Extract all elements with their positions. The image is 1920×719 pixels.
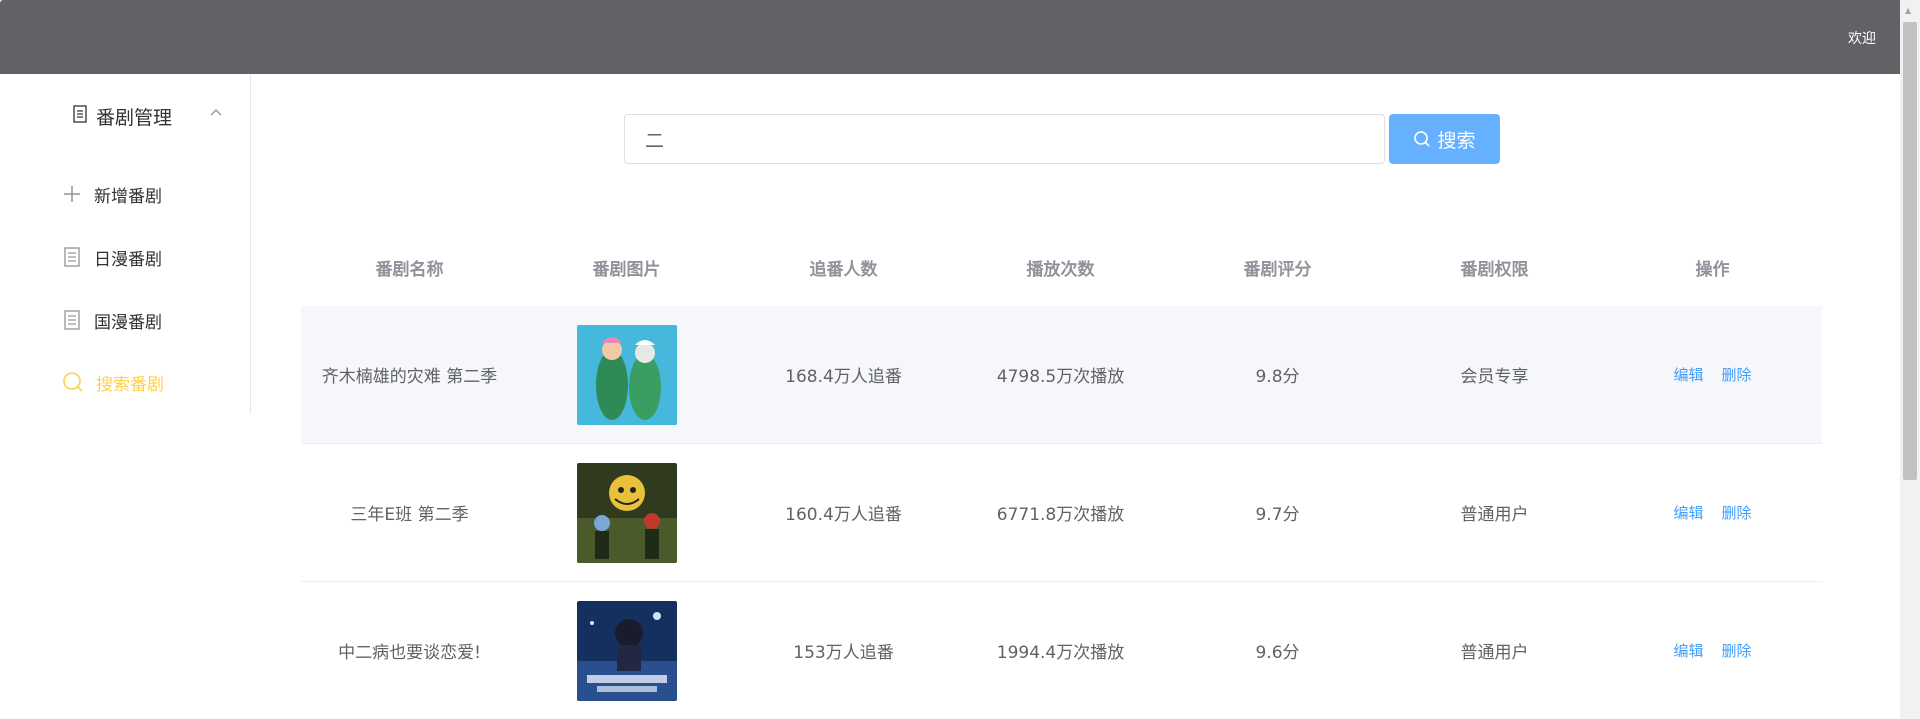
search-input[interactable] <box>624 114 1385 164</box>
chevron-up-icon[interactable] <box>210 101 222 120</box>
search-button[interactable]: 搜索 <box>1389 114 1500 164</box>
column-header: 番剧图片 <box>592 259 661 280</box>
actions-cell: 编辑 删除 <box>1603 640 1822 661</box>
anime-image-cell <box>518 324 735 425</box>
actions-cell: 编辑 删除 <box>1603 502 1822 523</box>
play-count: 4798.5万次播放 <box>996 367 1125 387</box>
table-row: 齐木楠雄的灾难 第二季 168.4万人追番 4798.5万次播放 9.8分 会员… <box>301 306 1822 444</box>
plus-icon <box>62 184 82 204</box>
scrollbar-thumb[interactable] <box>1903 22 1917 480</box>
scroll-up-icon[interactable]: ▲ <box>1905 6 1911 15</box>
anime-score: 9.6分 <box>1255 643 1300 663</box>
search-icon <box>62 371 84 393</box>
column-header: 操作 <box>1695 259 1730 280</box>
followers-count: 153万人追番 <box>793 643 894 663</box>
anime-score: 9.7分 <box>1255 505 1300 525</box>
anime-image-cell <box>518 600 735 701</box>
sidebar-item-search[interactable]: 搜索番剧 <box>62 364 164 400</box>
column-header: 番剧权限 <box>1460 259 1529 280</box>
sidebar-item-chinese-anime[interactable]: 国漫番剧 <box>62 302 162 338</box>
column-header: 番剧评分 <box>1243 259 1312 280</box>
document-icon <box>62 247 82 267</box>
play-count: 6771.8万次播放 <box>996 505 1125 525</box>
welcome-text: 欢迎 <box>1848 31 1876 47</box>
edit-button[interactable]: 编辑 <box>1673 364 1703 385</box>
search-icon <box>1413 130 1431 148</box>
sidebar-item-label: 新增番剧 <box>94 186 162 207</box>
column-header: 番剧名称 <box>375 259 444 280</box>
table-row: 三年E班 第二季 160.4万人追番 6771.8万次播放 9.7分 普通用户 … <box>301 444 1822 582</box>
sidebar-item-label: 搜索番剧 <box>96 374 164 395</box>
sidebar-item-add[interactable]: 新增番剧 <box>62 176 162 212</box>
anime-score: 9.8分 <box>1255 367 1300 387</box>
search-button-label: 搜索 <box>1437 129 1476 152</box>
top-header: 欢迎 <box>0 0 1900 74</box>
anime-thumbnail <box>576 600 677 701</box>
anime-permission: 会员专享 <box>1460 367 1529 387</box>
anime-name: 中二病也要谈恋爱! <box>338 643 481 663</box>
table-header: 番剧名称 番剧图片 追番人数 播放次数 番剧评分 番剧权限 操作 <box>301 228 1822 306</box>
followers-count: 168.4万人追番 <box>785 367 902 387</box>
anime-table: 番剧名称 番剧图片 追番人数 播放次数 番剧评分 番剧权限 操作 齐木楠雄的灾难… <box>301 228 1822 719</box>
sidebar-item-label: 国漫番剧 <box>94 312 162 333</box>
sidebar: 番剧管理 新增番剧 日漫番剧 国漫番剧 搜索番剧 <box>0 74 251 414</box>
followers-count: 160.4万人追番 <box>785 505 902 525</box>
column-header: 播放次数 <box>1026 259 1095 280</box>
table-row: 中二病也要谈恋爱! 153万人追番 1994.4万次播放 9.6分 普通用户 编… <box>301 582 1822 719</box>
sidebar-item-label: 日漫番剧 <box>94 249 162 270</box>
delete-button[interactable]: 删除 <box>1722 364 1752 385</box>
anime-thumbnail <box>576 324 677 425</box>
edit-button[interactable]: 编辑 <box>1673 502 1703 523</box>
anime-name: 三年E班 第二季 <box>350 505 469 525</box>
actions-cell: 编辑 删除 <box>1603 364 1822 385</box>
submenu-title[interactable]: 番剧管理 <box>72 98 172 134</box>
delete-button[interactable]: 删除 <box>1722 640 1752 661</box>
anime-image-cell <box>518 462 735 563</box>
submenu-label: 番剧管理 <box>96 106 173 129</box>
anime-permission: 普通用户 <box>1460 505 1529 525</box>
document-icon <box>62 310 82 330</box>
column-header: 追番人数 <box>809 259 878 280</box>
delete-button[interactable]: 删除 <box>1722 502 1752 523</box>
anime-permission: 普通用户 <box>1460 643 1529 663</box>
edit-button[interactable]: 编辑 <box>1673 640 1703 661</box>
document-icon <box>72 104 88 128</box>
anime-name: 齐木楠雄的灾难 第二季 <box>321 367 498 387</box>
play-count: 1994.4万次播放 <box>996 643 1125 663</box>
sidebar-item-japanese-anime[interactable]: 日漫番剧 <box>62 239 162 275</box>
anime-thumbnail <box>576 462 677 563</box>
